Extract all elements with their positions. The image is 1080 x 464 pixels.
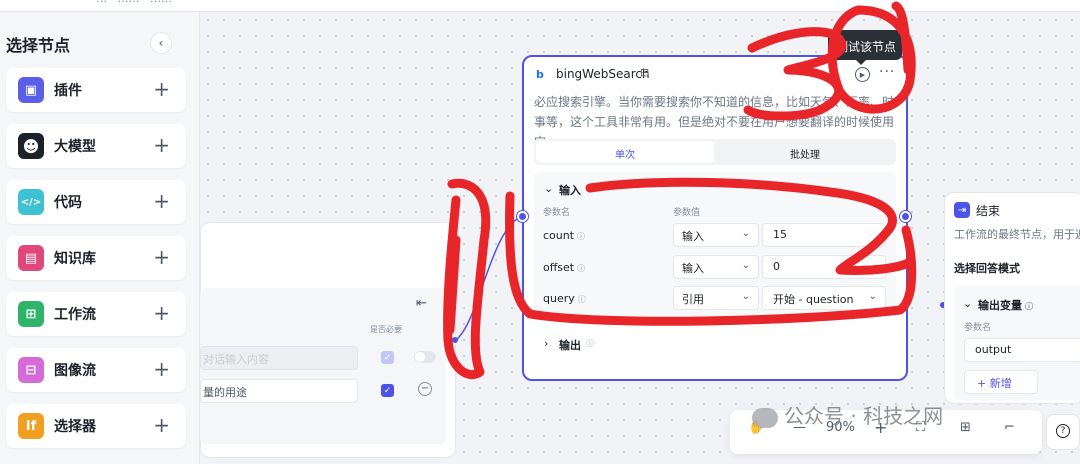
annotation-circle-run xyxy=(827,1,916,114)
annotation-vertical-stroke xyxy=(445,235,461,335)
annotation-number-3 xyxy=(743,27,847,121)
red-annotations xyxy=(443,1,917,380)
annotation-number-2 xyxy=(585,177,915,275)
